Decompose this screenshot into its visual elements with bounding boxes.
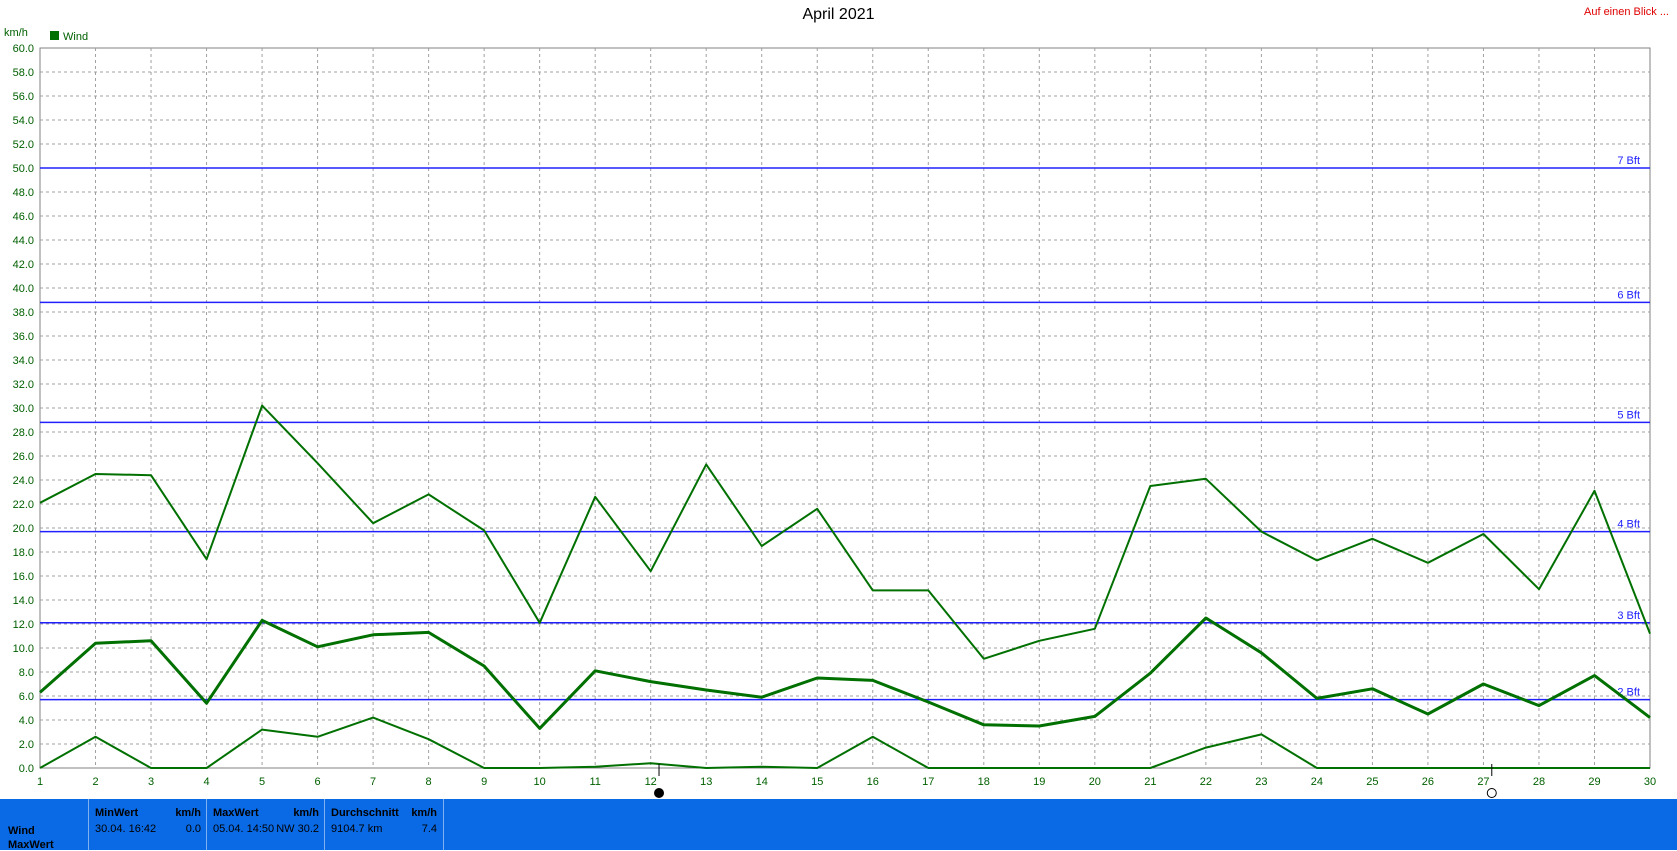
x-tick-label: 25 (1366, 776, 1378, 788)
y-tick-label: 18.0 (13, 547, 34, 559)
legend-swatch (50, 31, 59, 40)
x-tick-label: 19 (1033, 776, 1045, 788)
x-tick-label: 20 (1089, 776, 1101, 788)
x-tick-label: 29 (1588, 776, 1600, 788)
max-header: MaxWert (213, 807, 259, 819)
y-tick-label: 34.0 (13, 355, 34, 367)
row-label-maxwert: MaxWert (8, 839, 54, 851)
max-value-panel: MaxWert km/h 05.04. 14:50 NW 30.2 (206, 799, 325, 850)
x-tick-label: 10 (534, 776, 546, 788)
beaufort-label: 5 Bft (1617, 409, 1640, 421)
x-tick-label: 21 (1144, 776, 1156, 788)
x-tick-label: 8 (426, 776, 432, 788)
y-tick-label: 22.0 (13, 499, 34, 511)
x-tick-label: 7 (370, 776, 376, 788)
row-label-wind: Wind (8, 825, 35, 837)
y-tick-label: 60.0 (13, 43, 34, 55)
x-tick-label: 5 (259, 776, 265, 788)
y-tick-label: 38.0 (13, 307, 34, 319)
y-tick-label: 24.0 (13, 475, 34, 487)
y-tick-label: 40.0 (13, 283, 34, 295)
y-tick-label: 10.0 (13, 643, 34, 655)
y-tick-label: 14.0 (13, 595, 34, 607)
y-tick-label: 46.0 (13, 211, 34, 223)
avg-value: 7.4 (421, 823, 437, 835)
avg-unit: km/h (411, 807, 437, 819)
min-value: 0.0 (185, 823, 201, 835)
min-time: 30.04. 16:42 (95, 823, 157, 835)
max-time: 05.04. 14:50 (213, 823, 275, 835)
x-tick-label: 15 (811, 776, 823, 788)
y-tick-label: 8.0 (19, 667, 34, 679)
max-value: NW 30.2 (276, 823, 319, 835)
avg-header: Durchschnitt (331, 807, 399, 819)
x-tick-label: 23 (1255, 776, 1267, 788)
y-tick-label: 42.0 (13, 259, 34, 271)
average-panel: Durchschnitt km/h 9104.7 km 7.4 (324, 799, 444, 850)
beaufort-label: 4 Bft (1617, 519, 1640, 531)
x-tick-label: 4 (203, 776, 209, 788)
y-tick-label: 58.0 (13, 67, 34, 79)
wind-chart: 0.0 2.0 4.0 6.0 8.0 10.0 12.0 14.0 16.0 18.0 20.0 2… (4, 27, 1656, 798)
beaufort-label: 7 Bft (1617, 155, 1640, 167)
x-tick-label: 16 (867, 776, 879, 788)
y-tick-label: 48.0 (13, 187, 34, 199)
x-tick-label: 1 (37, 776, 43, 788)
x-tick-label: 6 (315, 776, 321, 788)
x-tick-label: 18 (978, 776, 990, 788)
x-tick-label: 14 (756, 776, 768, 788)
x-tick-label: 13 (700, 776, 712, 788)
y-tick-label: 52.0 (13, 139, 34, 151)
y-tick-label: 0.0 (19, 763, 34, 775)
y-tick-label: 54.0 (13, 115, 34, 127)
y-tick-label: 36.0 (13, 331, 34, 343)
x-tick-label: 24 (1311, 776, 1323, 788)
beaufort-label: 3 Bft (1617, 610, 1640, 622)
x-tick-label: 17 (922, 776, 934, 788)
min-header: MinWert (95, 807, 139, 819)
x-tick-label: 11 (589, 776, 600, 788)
y-tick-label: 44.0 (13, 235, 34, 247)
x-tick-label: 2 (92, 776, 98, 788)
x-tick-label: 22 (1200, 776, 1212, 788)
y-tick-label: 6.0 (19, 691, 34, 703)
x-tick-label: 9 (481, 776, 487, 788)
beaufort-label: 6 Bft (1617, 289, 1640, 301)
y-tick-label: 26.0 (13, 451, 34, 463)
min-unit: km/h (175, 807, 201, 819)
y-tick-label: 4.0 (19, 715, 34, 727)
y-tick-label: 2.0 (19, 739, 34, 751)
y-tick-label: 28.0 (13, 427, 34, 439)
y-tick-label: 30.0 (13, 403, 34, 415)
y-tick-label: 50.0 (13, 163, 34, 175)
y-tick-label: 20.0 (13, 523, 34, 535)
max-unit: km/h (293, 807, 319, 819)
full-moon-icon (654, 788, 665, 798)
x-tick-label: 12 (645, 776, 657, 788)
legend-label: Wind (63, 31, 88, 43)
new-moon-icon (1486, 788, 1497, 798)
y-tick-label: 32.0 (13, 379, 34, 391)
x-tick-label: 3 (148, 776, 154, 788)
y-tick-label: 56.0 (13, 91, 34, 103)
min-value-panel: MinWert km/h 30.04. 16:42 0.0 (88, 799, 207, 850)
x-tick-label: 26 (1422, 776, 1434, 788)
avg-distance: 9104.7 km (331, 823, 383, 835)
y-tick-label: 16.0 (13, 571, 34, 583)
x-tick-label: 28 (1533, 776, 1545, 788)
x-tick-label: 27 (1477, 776, 1489, 788)
summary-footer: Wind MaxWert MinWert km/h 30.04. 16:42 0… (0, 799, 1677, 851)
y-axis-label: km/h (4, 27, 28, 39)
x-tick-label: 30 (1644, 776, 1656, 788)
y-tick-label: 12.0 (13, 619, 34, 631)
